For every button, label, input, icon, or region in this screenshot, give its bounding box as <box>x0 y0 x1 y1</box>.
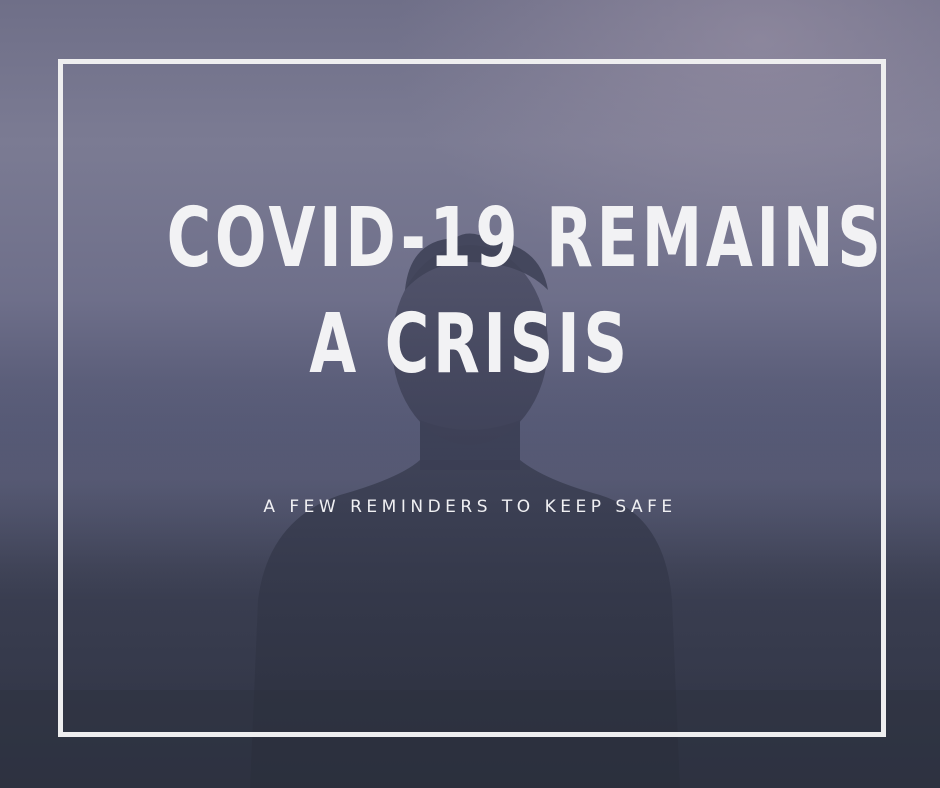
headline-line-1: COVID-19 REMAINS <box>166 191 885 286</box>
border-frame <box>58 59 886 737</box>
headline-line-2: A CRISIS <box>309 297 631 392</box>
subtitle: A FEW REMINDERS TO KEEP SAFE <box>263 497 677 517</box>
headline: COVID-19 REMAINS A CRISIS <box>166 186 885 398</box>
poster: COVID-19 REMAINS A CRISIS A FEW REMINDER… <box>0 0 940 788</box>
